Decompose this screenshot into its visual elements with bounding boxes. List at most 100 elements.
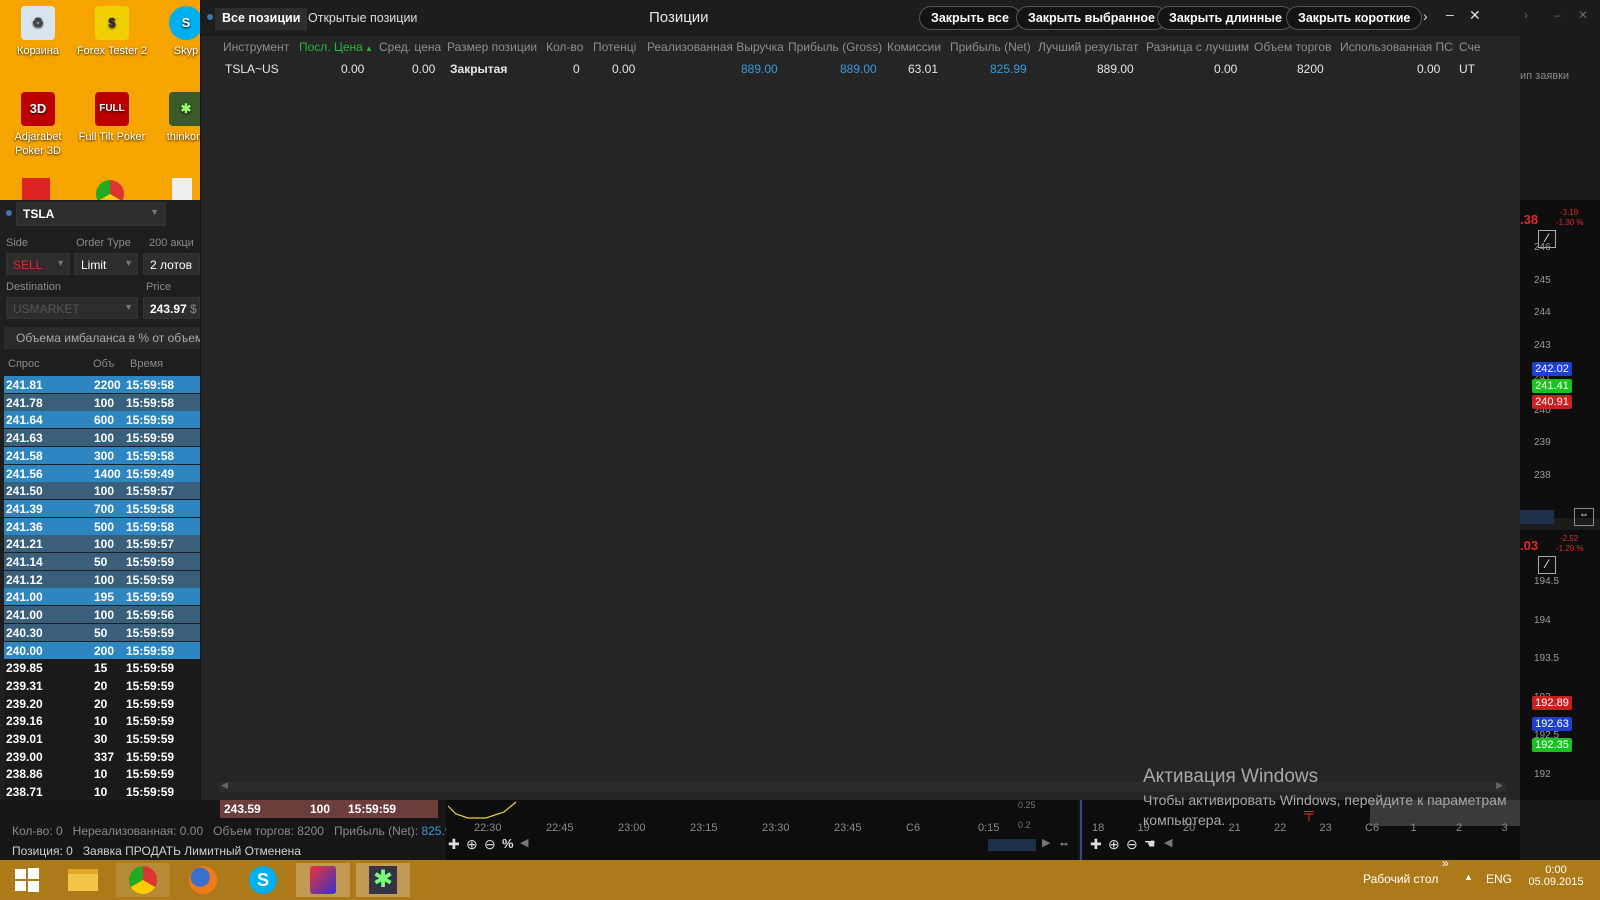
desktop-icon-forex[interactable]: $ Forex Tester 2 <box>74 0 150 58</box>
quantity-field[interactable]: 2 лотов <box>143 253 200 275</box>
order-type-select[interactable]: Limit ▼ <box>74 253 138 275</box>
col-diff-best[interactable]: Разница с лучшим <box>1146 40 1249 54</box>
close-all-button[interactable]: Закрыть все <box>919 6 1021 30</box>
chrome-desktop-icon[interactable] <box>96 180 124 200</box>
desktop-icon-fulltilt[interactable]: FULL Full Tilt Poker <box>74 86 150 144</box>
list-item[interactable]: 241.14 50 15:59:59 <box>4 553 200 570</box>
chart-scrollbar[interactable] <box>988 839 1036 851</box>
list-item[interactable]: 241.12 100 15:59:59 <box>4 570 200 588</box>
crosshair-icon[interactable]: ✚ <box>1090 836 1102 853</box>
list-item[interactable]: 241.63 100 15:59:59 <box>4 429 200 447</box>
order-type-label: Order Type <box>76 237 131 249</box>
col-position-size[interactable]: Размер позиции <box>447 40 537 54</box>
list-item[interactable]: 241.00 100 15:59:56 <box>4 606 200 624</box>
list-item[interactable]: 241.64 600 15:59:59 <box>4 411 200 429</box>
col-used-bp[interactable]: Использованная ПС <box>1340 40 1453 54</box>
zoom-in-icon[interactable]: ⊕ <box>466 836 478 853</box>
zoom-out-icon[interactable]: ⊖ <box>1126 836 1138 853</box>
list-item[interactable]: 241.00 195 15:59:59 <box>4 588 200 606</box>
percent-icon[interactable]: % <box>502 836 514 851</box>
close-icon[interactable]: ✕ <box>1469 7 1481 24</box>
scroll-right-icon[interactable]: ▶ <box>1496 780 1503 791</box>
list-item[interactable]: 239.01 30 15:59:59 <box>4 730 200 747</box>
list-item[interactable]: 239.31 20 15:59:59 <box>4 676 200 694</box>
zoom-in-icon[interactable]: ⊕ <box>1108 836 1120 853</box>
tab-all-positions[interactable]: Все позиции <box>215 8 308 30</box>
chevron-right-icon[interactable]: › <box>1524 8 1528 22</box>
list-item[interactable]: 238.71 10 15:59:59 <box>4 783 200 801</box>
list-item[interactable]: 239.00 337 15:59:59 <box>4 747 200 765</box>
scroll-right-icon[interactable]: ▶ <box>1042 836 1050 849</box>
col-volume[interactable]: Объем торгов <box>1254 40 1331 54</box>
scroll-left-icon[interactable]: ◀ <box>520 836 528 849</box>
col-profit-gross[interactable]: Прибыль (Gross) <box>788 40 882 54</box>
scroll-left-icon[interactable]: ◀ <box>221 780 228 791</box>
close-long-button[interactable]: Закрыть длинные <box>1157 6 1294 30</box>
minimize-icon[interactable]: – <box>1554 8 1561 22</box>
desktop-icon-thinkorswim[interactable]: ✱ thinkors <box>148 86 200 144</box>
chrome-taskbar[interactable] <box>116 863 170 897</box>
list-item[interactable]: 241.36 500 15:59:58 <box>4 517 200 535</box>
draw-line-icon[interactable]: ⁄ <box>1538 556 1556 574</box>
col-instrument[interactable]: Инструмент <box>223 40 289 54</box>
list-item[interactable]: 240.00 200 15:59:59 <box>4 641 200 659</box>
chart-scroll[interactable] <box>1520 510 1554 524</box>
col-avg-price[interactable]: Сред. цена <box>379 40 441 54</box>
double-chevron-icon[interactable]: » <box>1442 856 1449 870</box>
col-realized[interactable]: Реализованная Выручка <box>647 40 784 54</box>
desktop-icon-recycle[interactable]: ♻ Корзина <box>0 0 76 58</box>
close-icon[interactable]: ✕ <box>1578 8 1588 22</box>
col-potential[interactable]: Потенці <box>593 40 637 54</box>
list-item[interactable]: 239.85 15 15:59:59 <box>4 659 200 677</box>
minimize-icon[interactable]: – <box>1446 6 1454 22</box>
list-item[interactable]: 239.20 20 15:59:59 <box>4 694 200 712</box>
explorer-taskbar[interactable] <box>56 863 110 897</box>
chevron-right-icon[interactable]: › <box>1423 8 1428 24</box>
list-item[interactable]: 241.50 100 15:59:57 <box>4 482 200 500</box>
list-item[interactable]: 240.30 50 15:59:59 <box>4 623 200 641</box>
col-best-result[interactable]: Лучший результат <box>1038 40 1138 54</box>
list-item[interactable]: 241.39 700 15:59:58 <box>4 499 200 517</box>
col-quantity[interactable]: Кол-во <box>546 40 583 54</box>
scroll-left-icon[interactable]: ◀ <box>1164 836 1172 849</box>
scale-bottom: 0.2 <box>1018 820 1031 830</box>
desktop-icon-skype[interactable]: S Skyp <box>148 0 200 58</box>
firefox-taskbar[interactable] <box>176 863 230 897</box>
desktop-icon-adjarabet[interactable]: 3D Adjarabet Poker 3D <box>0 86 76 158</box>
destination-select[interactable]: USMARKET ▼ <box>6 297 138 319</box>
col-profit-net[interactable]: Прибыль (Net) <box>950 40 1031 54</box>
fit-width-icon[interactable]: ⇔ <box>1058 836 1070 850</box>
list-item[interactable]: 241.81 2200 15:59:58 <box>4 376 200 393</box>
tray-arrow-icon[interactable]: ▲ <box>1464 872 1473 882</box>
list-item[interactable]: 241.58 300 15:59:58 <box>4 446 200 464</box>
symbol-field[interactable]: TSLA ▼ <box>16 202 166 226</box>
list-item[interactable]: 239.16 10 15:59:59 <box>4 712 200 730</box>
zoom-out-icon[interactable]: ⊖ <box>484 836 496 853</box>
hand-icon[interactable]: ☚ <box>1144 836 1156 852</box>
imbalance-filter[interactable]: Объема имбаланса в % от объем <box>4 327 200 349</box>
list-item[interactable]: 238.86 10 15:59:59 <box>4 765 200 783</box>
file-icon[interactable] <box>172 178 192 200</box>
thinkorswim-taskbar[interactable]: ✱ <box>356 863 410 897</box>
col-commissions[interactable]: Комиссии <box>887 40 941 54</box>
language-indicator[interactable]: ENG <box>1486 872 1512 886</box>
desktop-toolbar-label[interactable]: Рабочий стол <box>1363 872 1438 886</box>
clock[interactable]: 0:00 05.09.2015 <box>1524 864 1588 888</box>
list-item[interactable]: 241.78 100 15:59:58 <box>4 393 200 411</box>
tab-open-positions[interactable]: Открытые позиции <box>301 8 424 30</box>
close-short-button[interactable]: Закрыть короткие <box>1286 6 1423 30</box>
acrobat-icon[interactable] <box>22 178 50 200</box>
price-field[interactable]: 243.97 $ <box>143 297 200 319</box>
trading-app-taskbar[interactable] <box>296 863 350 897</box>
list-item[interactable]: 241.56 1400 15:59:49 <box>4 464 200 482</box>
start-button[interactable] <box>0 863 54 897</box>
side-select[interactable]: SELL ▼ <box>6 253 70 275</box>
skype-taskbar[interactable]: S <box>236 863 290 897</box>
list-item[interactable]: 241.21 100 15:59:57 <box>4 535 200 553</box>
crosshair-icon[interactable]: ✚ <box>448 836 460 853</box>
col-account[interactable]: Сче <box>1459 40 1480 54</box>
fit-width-icon[interactable]: ⇔ <box>1574 508 1594 526</box>
ask-last-row: 243.59 100 15:59:59 <box>220 800 438 818</box>
close-selected-button[interactable]: Закрыть выбранное <box>1016 6 1167 30</box>
col-last-price[interactable]: Посл. Цена ▲ <box>299 40 373 54</box>
